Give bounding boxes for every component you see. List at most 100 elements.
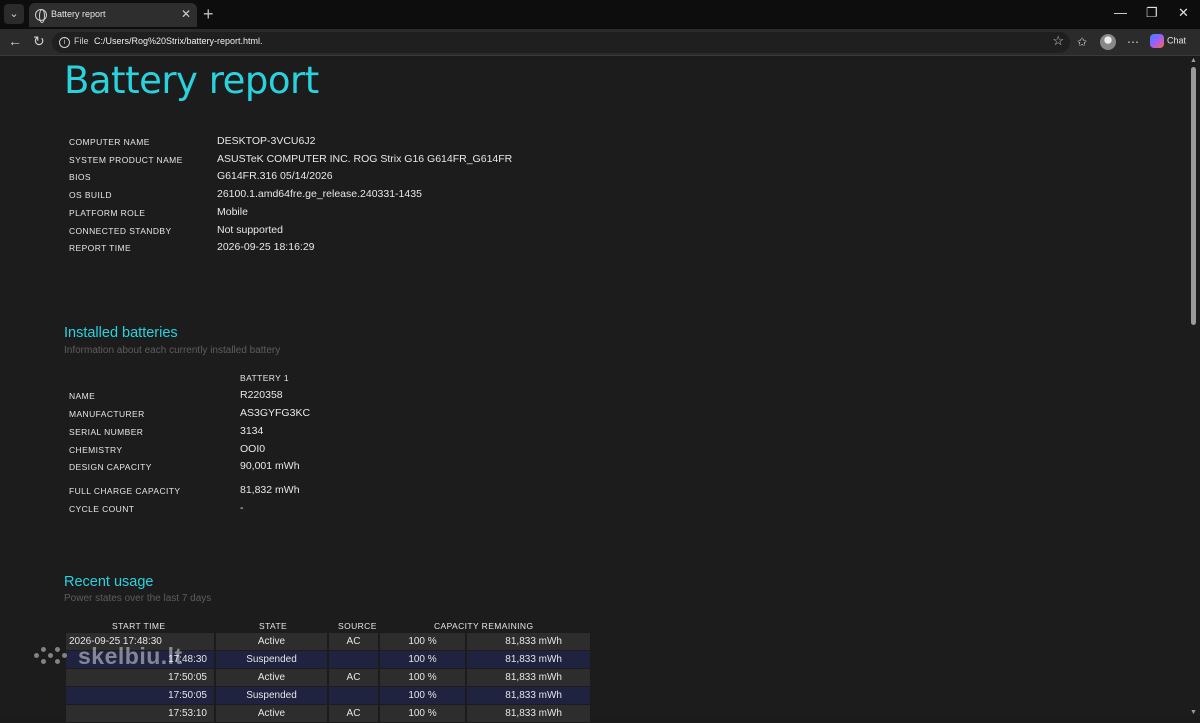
battery-row-chemistry: CHEMISTRY OOI0 — [69, 441, 669, 459]
info-value: 26100.1.amd64fre.ge_release.240331-1435 — [217, 188, 422, 200]
restore-icon[interactable]: ❐ — [1146, 5, 1158, 21]
cell-state: Active — [216, 633, 327, 650]
address-bar[interactable]: i File C:/Users/Rog%20Strix/battery-repo… — [52, 32, 1070, 53]
globe-icon — [35, 9, 47, 23]
cell-state: Suspended — [216, 651, 327, 668]
table-row: 17:50:05 Suspended 100 % 81,833 mWh — [66, 687, 590, 705]
tab-bar: ⌄ Battery report ✕ + — ❐ ✕ — [0, 0, 1200, 29]
info-value: 2026-09-25 18:16:29 — [217, 241, 315, 253]
info-label: OS BUILD — [69, 190, 112, 200]
battery-column-header: BATTERY 1 — [240, 373, 289, 383]
cell-capacity-mwh: 81,833 mWh — [467, 669, 590, 686]
info-icon[interactable]: i — [59, 37, 70, 48]
page-content: Battery report COMPUTER NAME DESKTOP-3VCU… — [0, 57, 1188, 716]
info-value: DESKTOP-3VCU6J2 — [217, 135, 316, 147]
info-value: ASUSTeK COMPUTER INC. ROG Strix G16 G614… — [217, 153, 513, 165]
cell-source: AC — [329, 633, 378, 650]
cell-state: Suspended — [216, 687, 327, 704]
cell-start-time: 17:53:10 — [66, 705, 214, 722]
tab-title: Battery report — [51, 9, 106, 19]
info-row-platform-role: PLATFORM ROLE Mobile — [69, 204, 669, 222]
info-label: CONNECTED STANDBY — [69, 226, 172, 236]
tab-battery-report[interactable]: Battery report ✕ — [29, 3, 197, 27]
installed-batteries-subtitle: Information about each currently install… — [64, 345, 281, 356]
info-label: COMPUTER NAME — [69, 137, 150, 147]
info-label: BIOS — [69, 172, 91, 182]
scroll-down-icon[interactable]: ▼ — [1190, 709, 1197, 716]
info-row-os-build: OS BUILD 26100.1.amd64fre.ge_release.2403… — [69, 186, 669, 204]
favorites-icon[interactable]: ✩ — [1077, 35, 1087, 49]
col-capacity-remaining: CAPACITY REMAINING — [434, 621, 534, 631]
address-url[interactable]: C:/Users/Rog%20Strix/battery-report.html… — [94, 36, 263, 46]
installed-batteries-heading: Installed batteries — [64, 325, 178, 341]
cell-start-time: 17:50:05 — [66, 687, 214, 704]
col-state: STATE — [259, 621, 288, 631]
close-tab-icon[interactable]: ✕ — [181, 7, 191, 21]
cell-start-time: 17:50:05 — [66, 669, 214, 686]
recent-usage-subtitle: Power states over the last 7 days — [64, 593, 212, 604]
info-value: G614FR.316 05/14/2026 — [217, 170, 333, 182]
battery-label: MANUFACTURER — [69, 409, 145, 419]
profile-avatar[interactable] — [1100, 34, 1116, 50]
cell-capacity-percent: 100 % — [380, 687, 465, 704]
cell-source: AC — [329, 705, 378, 722]
battery-label: FULL CHARGE CAPACITY — [69, 486, 181, 496]
cell-source: AC — [329, 669, 378, 686]
scrollbar-thumb[interactable] — [1191, 67, 1196, 325]
favorite-star-icon[interactable]: ☆ — [1052, 33, 1064, 49]
battery-row-name: NAME R220358 — [69, 387, 669, 405]
info-row-product-name: SYSTEM PRODUCT NAME ASUSTeK COMPUTER INC.… — [69, 151, 669, 169]
battery-label: CYCLE COUNT — [69, 504, 135, 514]
back-icon[interactable]: ← — [8, 33, 22, 49]
battery-row-cycle-count: CYCLE COUNT - — [69, 500, 669, 518]
info-value: Not supported — [217, 224, 283, 236]
info-row-bios: BIOS G614FR.316 05/14/2026 — [69, 168, 669, 186]
page-title: Battery report — [64, 59, 319, 102]
battery-row-full-charge: FULL CHARGE CAPACITY 81,832 mWh — [69, 482, 669, 500]
watermark-dots-icon — [34, 645, 68, 667]
cell-capacity-percent: 100 % — [380, 633, 465, 650]
more-options-icon[interactable]: ⋯ — [1127, 35, 1139, 49]
battery-label: DESIGN CAPACITY — [69, 462, 152, 472]
cell-capacity-mwh: 81,833 mWh — [467, 687, 590, 704]
info-row-connected-standby: CONNECTED STANDBY Not supported — [69, 222, 669, 240]
table-row: 17:53:10 Active AC 100 % 81,833 mWh — [66, 705, 590, 723]
copilot-icon — [1150, 34, 1164, 48]
info-value: Mobile — [217, 206, 248, 218]
battery-value: - — [240, 502, 244, 514]
cell-capacity-percent: 100 % — [380, 705, 465, 722]
minimize-icon[interactable]: — — [1114, 5, 1127, 20]
info-row-computer-name: COMPUTER NAME DESKTOP-3VCU6J2 — [69, 133, 669, 151]
watermark-text: skelbiu.lt — [78, 643, 183, 669]
scroll-up-icon[interactable]: ▲ — [1190, 57, 1197, 64]
copilot-chat-button[interactable]: Chat — [1150, 34, 1186, 48]
chat-label: Chat — [1167, 35, 1187, 46]
tab-actions-menu[interactable]: ⌄ — [4, 4, 24, 24]
close-window-icon[interactable]: ✕ — [1178, 5, 1189, 21]
new-tab-button[interactable]: + — [203, 3, 214, 25]
cell-state: Active — [216, 705, 327, 722]
info-label: REPORT TIME — [69, 243, 132, 253]
battery-label: CHEMISTRY — [69, 445, 123, 455]
cell-capacity-mwh: 81,833 mWh — [467, 633, 590, 650]
info-label: SYSTEM PRODUCT NAME — [69, 155, 183, 165]
battery-value: 3134 — [240, 425, 264, 437]
cell-capacity-mwh: 81,833 mWh — [467, 651, 590, 668]
recent-usage-heading: Recent usage — [64, 574, 154, 590]
navigation-bar: ← ↻ i File C:/Users/Rog%20Strix/battery-… — [0, 29, 1200, 56]
battery-row-design-capacity: DESIGN CAPACITY 90,001 mWh — [69, 458, 669, 476]
cell-capacity-percent: 100 % — [380, 669, 465, 686]
battery-value: 81,832 mWh — [240, 484, 300, 496]
cell-source — [329, 651, 378, 668]
battery-label: SERIAL NUMBER — [69, 427, 144, 437]
col-source: SOURCE — [338, 621, 377, 631]
cell-source — [329, 687, 378, 704]
cell-capacity-percent: 100 % — [380, 651, 465, 668]
cell-state: Active — [216, 669, 327, 686]
battery-label: NAME — [69, 391, 96, 401]
info-row-report-time: REPORT TIME 2026-09-25 18:16:29 — [69, 239, 669, 257]
table-row: 17:50:05 Active AC 100 % 81,833 mWh — [66, 669, 590, 687]
refresh-icon[interactable]: ↻ — [33, 33, 45, 50]
battery-value: R220358 — [240, 389, 283, 401]
page-scrollbar[interactable]: ▲ ▼ — [1188, 57, 1200, 716]
